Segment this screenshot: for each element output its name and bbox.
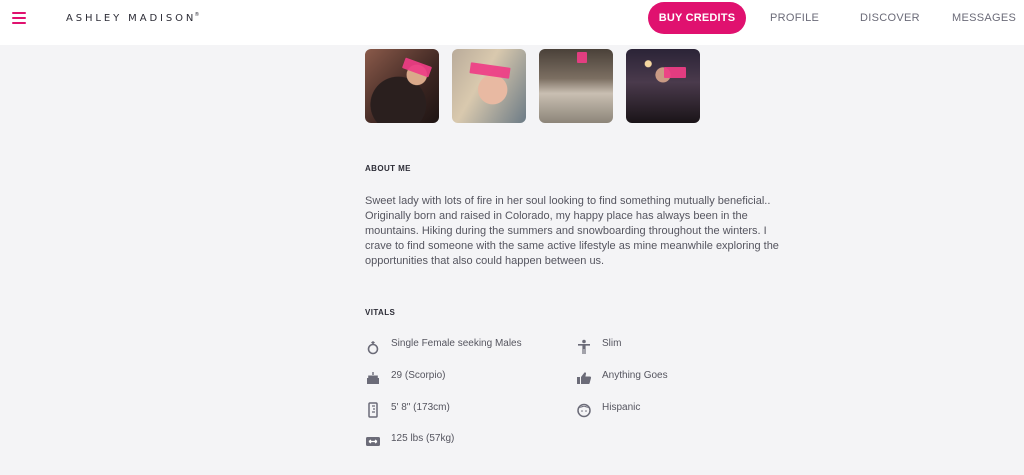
ring-icon <box>365 339 381 355</box>
scale-icon <box>365 433 381 449</box>
vitals-heading: VITALS <box>365 308 396 317</box>
ruler-icon <box>365 402 381 418</box>
nav-discover-link[interactable]: DISCOVER <box>860 12 920 24</box>
vital-preference: Anything Goes <box>602 370 668 381</box>
hamburger-icon[interactable] <box>12 12 26 24</box>
vital-body-type: Slim <box>602 338 622 349</box>
profile-photo-1[interactable] <box>365 49 439 123</box>
about-me-heading: ABOUT ME <box>365 164 411 173</box>
profile-photo-4[interactable] <box>626 49 700 123</box>
face-icon <box>576 402 592 418</box>
nav-profile-link[interactable]: PROFILE <box>770 12 819 24</box>
vital-age: 29 (Scorpio) <box>391 370 446 381</box>
app-logo[interactable]: ASHLEY MADISON® <box>66 12 199 24</box>
vital-weight: 125 lbs (57kg) <box>391 433 455 444</box>
buy-credits-button[interactable]: BUY CREDITS <box>648 2 746 34</box>
vital-height: 5' 8" (173cm) <box>391 402 450 413</box>
vital-relationship: Single Female seeking Males <box>391 338 522 349</box>
vital-ethnicity: Hispanic <box>602 402 641 413</box>
cake-icon <box>365 370 381 386</box>
nav-messages-link[interactable]: MESSAGES <box>952 12 1016 24</box>
profile-photo-3[interactable] <box>539 49 613 123</box>
top-navigation-bar: ASHLEY MADISON® BUY CREDITS PROFILE DISC… <box>0 0 1024 45</box>
profile-photo-2[interactable] <box>452 49 526 123</box>
about-me-text: Sweet lady with lots of fire in her soul… <box>365 195 779 267</box>
body-icon <box>576 339 592 355</box>
thumbs-up-icon <box>576 370 592 386</box>
